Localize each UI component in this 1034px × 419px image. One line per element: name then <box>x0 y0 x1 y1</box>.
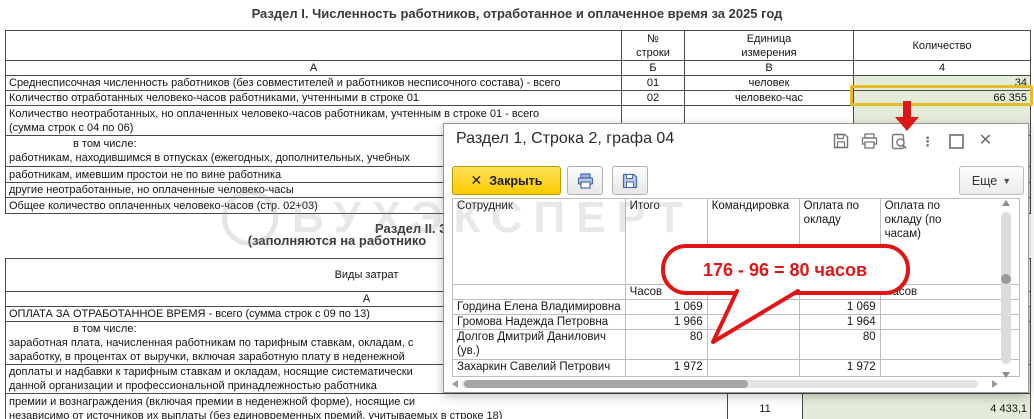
employee-name[interactable]: Гордина Елена Владимировна <box>452 299 626 315</box>
hourly-hours[interactable] <box>879 299 1020 315</box>
drilldown-window: Раздел 1, Строка 2, графа 04 ⋮ ✕ ✕ Закры… <box>443 123 1029 393</box>
s1-row02-unit: человеко-час <box>684 90 854 106</box>
s1-col-a: А <box>5 60 622 76</box>
print-button[interactable] <box>567 166 603 195</box>
grid-row: Громова Надежда Петровна 1 966 1 964 <box>452 314 1020 330</box>
more-button[interactable]: Еще ▼ <box>959 166 1024 195</box>
report-page: Раздел I. Численность работников, отрабо… <box>0 0 1034 419</box>
s1-head-rownum: № строки <box>621 30 685 61</box>
total-hours[interactable]: 1 069 <box>624 299 708 315</box>
grid-col-business-trip[interactable]: Командировка <box>706 198 800 285</box>
scroll-left-icon[interactable] <box>452 380 458 388</box>
s2-row12-value-cell[interactable]: 4 433,1 <box>802 393 1031 419</box>
grid-col-employee[interactable]: Сотрудник <box>452 198 626 285</box>
employee-name[interactable]: Захаркин Савелий Петрович <box>452 359 626 377</box>
grid-row: Захаркин Савелий Петрович 1 972 1 972 <box>452 359 1020 377</box>
trip-hours[interactable] <box>706 314 800 330</box>
save-icon[interactable] <box>832 133 849 150</box>
trip-hours[interactable] <box>706 359 800 377</box>
vertical-scroll-thumb[interactable] <box>1001 274 1011 284</box>
close-x-icon: ✕ <box>470 172 483 188</box>
hourly-hours[interactable] <box>879 359 1020 377</box>
s1-head-qty: Количество <box>853 30 1031 61</box>
salary-hours[interactable]: 1 964 <box>798 314 881 330</box>
s1-row01-unit: человек <box>684 75 854 91</box>
employee-name[interactable]: Громова Надежда Петровна <box>452 314 626 330</box>
grid-unit-salary: Часов <box>798 284 881 300</box>
grid-col-salary-hourly[interactable]: Оплата по окладу (по часам) <box>879 198 1020 285</box>
more-menu-icon[interactable]: ⋮ <box>919 133 936 150</box>
s1-head-unit: Единица измерения <box>684 30 854 61</box>
s1-row02-label: Количество отработанных человеко-часов р… <box>5 90 622 106</box>
save-button-icon <box>622 173 638 188</box>
save-button[interactable] <box>612 166 648 195</box>
hourly-hours[interactable] <box>879 329 1020 360</box>
employee-name[interactable]: Долгов Дмитрий Данилович (ув.) <box>452 329 626 360</box>
print-button-icon <box>577 172 593 189</box>
s1-col-b: Б <box>621 60 685 76</box>
horizontal-scroll-thumb[interactable] <box>464 380 748 388</box>
grid-unit-hourly: Часов <box>879 284 1020 300</box>
vertical-scrollbar[interactable] <box>1000 200 1012 378</box>
print-icon[interactable] <box>861 133 878 150</box>
more-button-label: Еще <box>971 173 998 188</box>
horizontal-scrollbar[interactable] <box>452 378 998 390</box>
vertical-scroll-track[interactable] <box>1001 212 1011 364</box>
grid-row: Долгов Дмитрий Данилович (ув.) 80 80 <box>452 329 1020 360</box>
close-icon[interactable]: ✕ <box>977 133 994 150</box>
s1-row02-code: 02 <box>621 90 685 106</box>
grid-row: Гордина Елена Владимировна 1 069 1 069 <box>452 299 1020 315</box>
s1-head-empty <box>5 30 622 61</box>
close-button[interactable]: ✕ Закрыть <box>452 166 561 195</box>
window-titlebar-icons: ⋮ ✕ <box>832 132 1017 150</box>
total-hours[interactable]: 80 <box>624 329 708 360</box>
maximize-icon[interactable] <box>948 133 965 150</box>
total-hours[interactable]: 1 972 <box>624 359 708 377</box>
preview-icon[interactable] <box>890 133 907 150</box>
grid-col-total[interactable]: Итого <box>624 198 708 285</box>
salary-hours[interactable]: 1 069 <box>798 299 881 315</box>
grid-unit-empty <box>452 284 626 300</box>
scroll-right-icon[interactable] <box>992 380 998 388</box>
s1-row01-code: 01 <box>621 75 685 91</box>
grid-unit-total: Часов <box>624 284 708 300</box>
s1-row01-label: Среднесписочная численность работников (… <box>5 75 622 91</box>
s1-col-4: 4 <box>853 60 1031 76</box>
close-button-label: Закрыть <box>489 173 543 188</box>
chevron-down-icon: ▼ <box>1002 175 1012 186</box>
scroll-up-icon[interactable] <box>1002 200 1010 206</box>
s1-col-v: В <box>684 60 854 76</box>
s2-row12-label: премии и вознаграждения (включая премии … <box>5 393 728 419</box>
horizontal-scroll-track[interactable] <box>462 380 978 388</box>
window-title: Раздел 1, Строка 2, графа 04 <box>456 130 675 147</box>
salary-hours[interactable]: 80 <box>798 329 881 360</box>
hourly-hours[interactable] <box>879 314 1020 330</box>
trip-hours[interactable] <box>706 329 800 360</box>
total-hours[interactable]: 1 966 <box>624 314 708 330</box>
scroll-down-icon[interactable] <box>1002 372 1010 378</box>
s2-row12-code: 11 <box>727 393 803 419</box>
s1-row02-value-cell[interactable]: 66 355 <box>853 90 1031 106</box>
s1-row01-value-cell[interactable]: 34 <box>853 75 1031 91</box>
employee-grid: Сотрудник Итого Командировка Оплата по о… <box>452 198 1020 377</box>
salary-hours[interactable]: 1 972 <box>798 359 881 377</box>
grid-unit-trip: Часов <box>706 284 800 300</box>
trip-hours[interactable] <box>706 299 800 315</box>
section1-title: Раздел I. Численность работников, отрабо… <box>251 6 783 21</box>
grid-col-salary[interactable]: Оплата по окладу <box>798 198 881 285</box>
